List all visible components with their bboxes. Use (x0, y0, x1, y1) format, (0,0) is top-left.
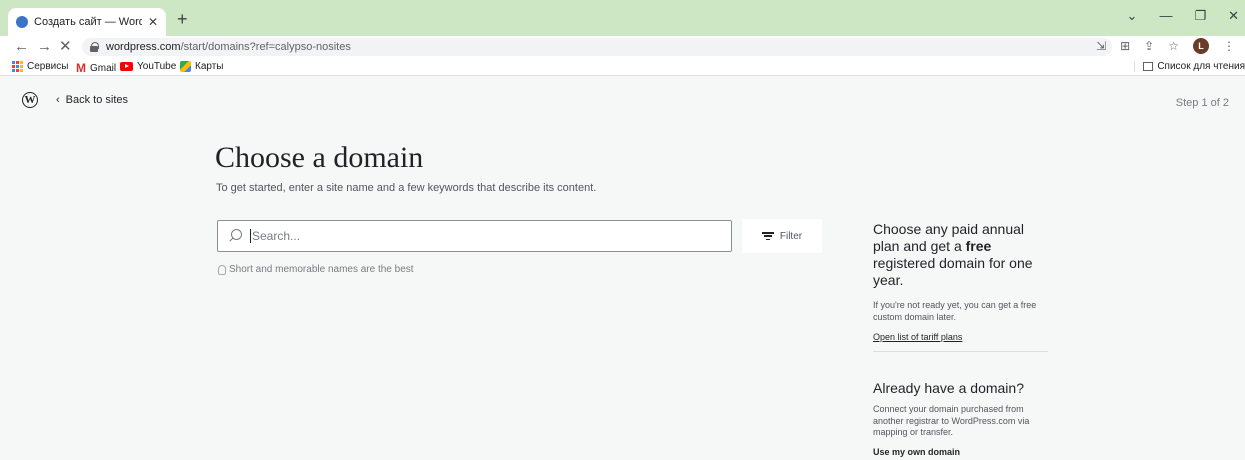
domain-search-input[interactable] (252, 229, 731, 243)
filter-button[interactable]: Filter (742, 219, 822, 253)
free-domain-promo: Choose any paid annual plan and get a fr… (873, 221, 1053, 345)
chevron-left-icon: ‹ (56, 94, 60, 106)
minimize-button[interactable]: — (1159, 8, 1172, 24)
tab-search-icon[interactable]: ⌄ (1127, 8, 1138, 24)
forward-arrow-icon[interactable]: → (37, 39, 52, 55)
new-tab-button[interactable]: + (177, 10, 188, 28)
back-arrow-icon[interactable]: ← (14, 39, 29, 55)
reading-list-icon (1143, 62, 1154, 71)
translate-icon[interactable]: ⊞ (1120, 39, 1130, 53)
toolbar-icons: ⇲ ⊞ ⇪ ☆ L ⋮ (1096, 38, 1235, 54)
apps-grid-icon (12, 61, 23, 72)
bookmark-services[interactable]: Сервисы (12, 61, 68, 72)
own-domain-title: Already have a domain? (873, 380, 1024, 396)
menu-dots-icon[interactable]: ⋮ (1223, 39, 1235, 53)
search-hint: Short and memorable names are the best (218, 264, 414, 275)
page-title: Choose a domain (215, 141, 424, 174)
tab-title: Создать сайт — WordPress.com (34, 16, 142, 28)
promo-text: If you're not ready yet, you can get a f… (873, 300, 1037, 322)
close-window-button[interactable]: ✕ (1228, 8, 1239, 24)
text-cursor (250, 229, 251, 243)
youtube-icon (120, 62, 133, 71)
promo-title-post: registered domain for one year. (873, 255, 1033, 288)
page-subtitle: To get started, enter a site name and a … (216, 182, 597, 194)
wordpress-logo-icon[interactable]: W (22, 92, 38, 108)
reading-list-label: Список для чтения (1157, 61, 1245, 72)
lock-icon[interactable] (90, 42, 99, 52)
promo-title-bold: free (965, 238, 992, 254)
filter-icon (761, 232, 774, 240)
gmail-icon: M (76, 61, 86, 75)
browser-tab-bar: Создать сайт — WordPress.com ✕ + ⌄ — ❐ ✕ (0, 0, 1245, 36)
url-bar[interactable]: wordpress.com /start/domains?ref=calypso… (82, 38, 1112, 56)
reading-list-button[interactable]: Список для чтения (1134, 61, 1245, 72)
bookmark-label: Сервисы (27, 61, 69, 72)
hint-text: Short and memorable names are the best (229, 264, 414, 275)
url-path: /start/domains?ref=calypso-nosites (180, 41, 351, 53)
profile-avatar[interactable]: L (1193, 38, 1209, 54)
url-host: wordpress.com (106, 41, 181, 53)
sidebar-divider (873, 351, 1048, 352)
browser-tab[interactable]: Создать сайт — WordPress.com ✕ (8, 8, 166, 36)
step-indicator: Step 1 of 2 (1175, 97, 1229, 109)
maps-icon (180, 61, 191, 72)
filter-label: Filter (779, 230, 803, 242)
tariff-plans-link[interactable]: Open list of tariff plans (873, 332, 962, 342)
share-icon[interactable]: ⇪ (1144, 39, 1154, 53)
bookmark-youtube[interactable]: YouTube (120, 61, 176, 72)
own-domain-text: Connect your domain purchased from anoth… (873, 404, 1030, 437)
promo-title: Choose any paid annual plan and get a fr… (873, 221, 1053, 289)
tab-close-icon[interactable]: ✕ (148, 15, 158, 29)
install-icon[interactable]: ⇲ (1096, 39, 1106, 53)
bookmark-gmail[interactable]: M Gmail (76, 61, 116, 75)
use-own-domain-link[interactable]: Use my own domain (873, 447, 960, 457)
stop-loading-icon[interactable]: ✕ (59, 39, 72, 55)
back-label: Back to sites (65, 94, 129, 106)
own-domain-section: Already have a domain? Connect your doma… (873, 380, 1048, 460)
bookmark-label: YouTube (137, 61, 177, 72)
search-icon (228, 229, 242, 243)
bookmark-label: Gmail (90, 62, 117, 74)
bookmark-star-icon[interactable]: ☆ (1168, 39, 1179, 53)
bookmarks-bar: Сервисы M Gmail YouTube Карты Список для… (0, 58, 1245, 76)
promo-title-pre: Choose any paid annual plan and get a (873, 221, 1025, 254)
lightbulb-icon (218, 264, 226, 275)
bookmark-maps[interactable]: Карты (180, 61, 224, 72)
restore-button[interactable]: ❐ (1194, 8, 1206, 24)
wordpress-favicon-icon (16, 16, 28, 28)
back-to-sites-link[interactable]: ‹ Back to sites (56, 94, 128, 106)
bookmark-label: Карты (195, 61, 224, 72)
domain-search-box[interactable] (217, 220, 732, 252)
window-controls: ⌄ — ❐ ✕ (1127, 8, 1239, 24)
